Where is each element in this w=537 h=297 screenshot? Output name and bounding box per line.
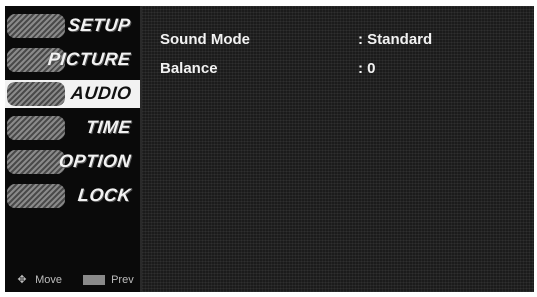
menu-sidebar: SETUP PICTURE AUDIO TIME OPTION LOCK ✥ M… — [5, 6, 148, 292]
menu-item-option[interactable]: OPTION — [5, 148, 140, 176]
setting-value: : Standard — [358, 31, 433, 48]
menu-item-label: SETUP — [67, 15, 133, 35]
menu-item-label: TIME — [85, 117, 133, 137]
setting-row-sound-mode[interactable]: Sound Mode : Standard — [160, 31, 520, 48]
time-thumbnail-icon — [7, 116, 65, 140]
prev-hint-label: Prev — [111, 274, 134, 286]
setup-thumbnail-icon — [7, 14, 65, 38]
tv-menu-screen: SETUP PICTURE AUDIO TIME OPTION LOCK ✥ M… — [0, 0, 537, 297]
lock-thumbnail-icon — [7, 184, 65, 208]
menu-item-time[interactable]: TIME — [5, 114, 140, 142]
setting-name: Balance — [160, 60, 218, 77]
move-arrows-icon: ✥ — [17, 274, 27, 286]
setting-row-balance[interactable]: Balance : 0 — [160, 60, 520, 77]
menu-key-icon — [83, 275, 106, 286]
audio-thumbnail-icon — [7, 82, 65, 106]
menu-item-label: PICTURE — [47, 49, 133, 69]
audio-settings-panel: Sound Mode : Standard Balance : 0 — [140, 6, 534, 292]
menu-item-label: LOCK — [77, 185, 133, 205]
menu-item-setup[interactable]: SETUP — [5, 12, 140, 40]
menu-item-label: OPTION — [57, 151, 133, 171]
move-hint-label: Move — [35, 274, 62, 286]
navigation-hints: ✥ Move Prev — [17, 273, 134, 286]
option-thumbnail-icon — [7, 150, 65, 174]
setting-name: Sound Mode — [160, 31, 250, 48]
menu-item-picture[interactable]: PICTURE — [5, 46, 140, 74]
menu-item-audio[interactable]: AUDIO — [5, 80, 148, 108]
menu-item-label: AUDIO — [69, 83, 133, 103]
setting-value: : 0 — [358, 60, 376, 77]
menu-item-lock[interactable]: LOCK — [5, 182, 140, 210]
